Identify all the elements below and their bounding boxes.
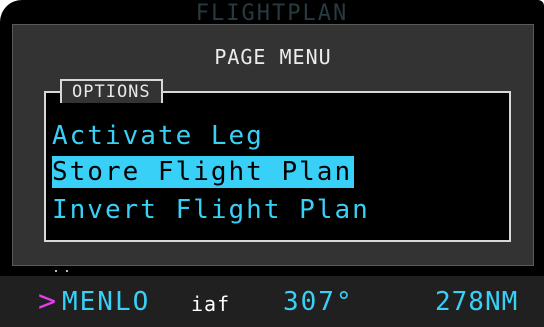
- flightplan-page-title: FLIGHTPLAN: [195, 1, 349, 26]
- waypoint-type-label: iaf: [191, 292, 231, 316]
- options-group: OPTIONS Activate Leg Store Flight Plan I…: [44, 79, 511, 242]
- active-leg-arrow-icon: >: [38, 284, 57, 319]
- menu-item-activate-leg[interactable]: Activate Leg: [52, 120, 264, 152]
- page-menu-window: PAGE MENU OPTIONS Activate Leg Store Fli…: [12, 24, 534, 266]
- desired-track-value: 307°: [283, 287, 354, 317]
- flightplan-divider: [0, 266, 544, 276]
- tick-mark: [55, 270, 57, 272]
- options-label: OPTIONS: [60, 79, 163, 103]
- waypoint-identifier: MENLO: [62, 287, 151, 317]
- menu-item-store-flight-plan[interactable]: Store Flight Plan: [52, 156, 355, 188]
- leg-distance-value: 278NM: [435, 287, 519, 317]
- active-leg-row[interactable]: > MENLO iaf 307° 278NM: [0, 276, 544, 327]
- gps-display-screen: FLIGHTPLAN PAGE MENU OPTIONS Activate Le…: [0, 0, 544, 327]
- tick-mark: [66, 270, 68, 272]
- menu-item-invert-flight-plan[interactable]: Invert Flight Plan: [52, 194, 370, 226]
- page-menu-title: PAGE MENU: [214, 45, 332, 69]
